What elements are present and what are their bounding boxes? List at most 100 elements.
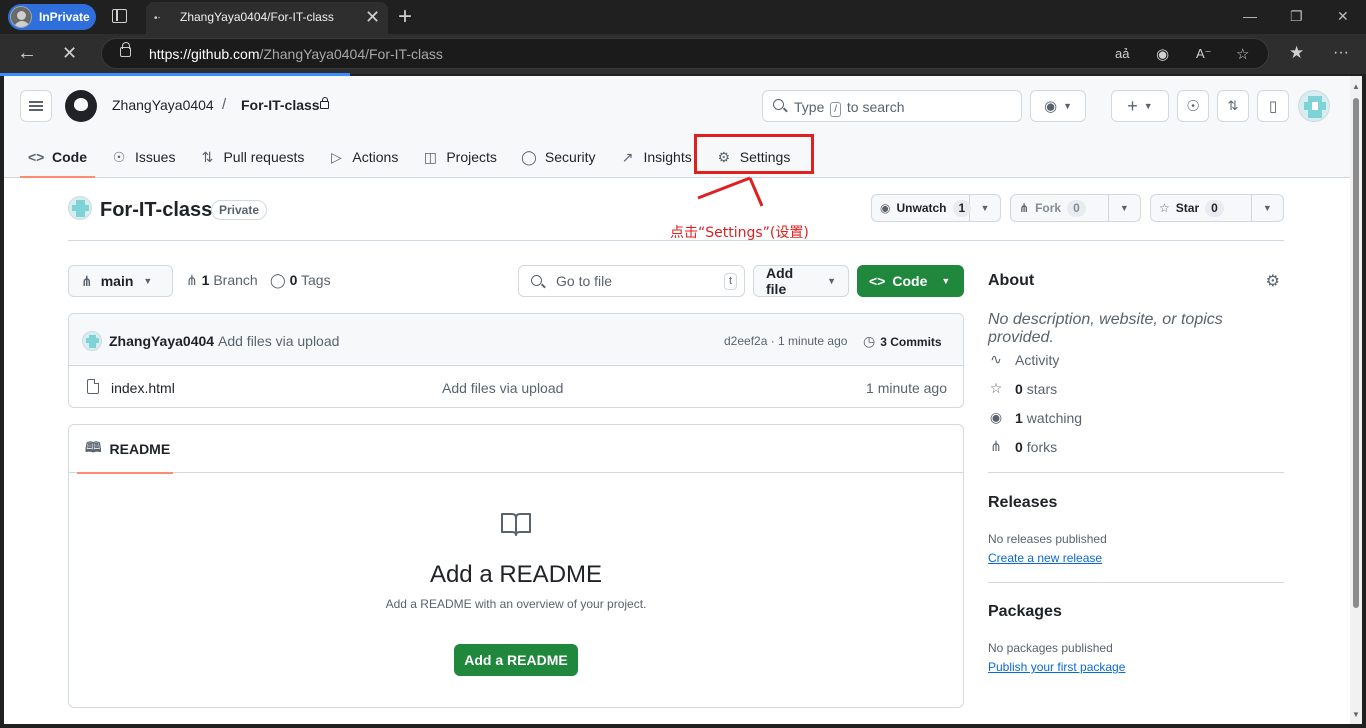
- add-file-button[interactable]: Add file ▼: [753, 265, 849, 297]
- gear-icon[interactable]: ⚙: [1266, 271, 1280, 291]
- commit-message[interactable]: Add files via upload: [218, 333, 339, 349]
- create-new-button[interactable]: + ▼: [1111, 90, 1169, 122]
- tab-insights[interactable]: ↗ Insights: [611, 136, 699, 178]
- keyboard-shortcut-hint: t: [723, 273, 737, 290]
- read-aloud-icon[interactable]: A⁻: [1196, 46, 1212, 62]
- book-icon: 🕮: [85, 439, 102, 455]
- scroll-up-icon[interactable]: ▲: [1352, 82, 1360, 91]
- annotation-arrow: [697, 176, 764, 207]
- commit-author-avatar[interactable]: [82, 331, 102, 351]
- pull-requests-button[interactable]: ⇅: [1217, 90, 1249, 122]
- packages-title[interactable]: Packages: [988, 603, 1062, 621]
- fork-button[interactable]: ⋔ Fork 0 ▼: [1010, 194, 1141, 222]
- search-icon: [531, 275, 542, 286]
- tab-code[interactable]: <> Code: [20, 136, 95, 178]
- translate-icon[interactable]: aả: [1115, 46, 1129, 61]
- branch-icon: ⋔: [81, 272, 93, 289]
- book-icon: [501, 513, 531, 536]
- forks-link[interactable]: ⋔ 0 forks: [988, 438, 1057, 455]
- activity-link[interactable]: ∿ Activity: [988, 351, 1059, 368]
- history-icon: ◷: [863, 333, 876, 349]
- favorite-star-icon[interactable]: ☆: [1236, 45, 1249, 63]
- file-name[interactable]: index.html: [111, 380, 175, 396]
- releases-empty: No releases published: [988, 532, 1107, 546]
- publish-package-link[interactable]: Publish your first package: [988, 660, 1125, 674]
- annotation-text: 点击“Settings”(设置): [670, 225, 809, 241]
- vertical-scrollbar[interactable]: ▲ ▼: [1350, 76, 1362, 724]
- inbox-icon: ▯: [1268, 98, 1278, 115]
- code-icon: <>: [869, 273, 886, 289]
- add-readme-button[interactable]: Add a README: [454, 644, 578, 676]
- stars-link[interactable]: ☆ 0 stars: [988, 380, 1057, 397]
- tab-pull-requests[interactable]: ⇅ Pull requests: [191, 136, 312, 178]
- watchers-link[interactable]: ◉ 1 watching: [988, 409, 1082, 426]
- file-commit-time: 1 minute ago: [866, 380, 947, 396]
- back-icon[interactable]: ←: [17, 42, 37, 65]
- repo-title[interactable]: For-IT-class: [100, 199, 212, 222]
- chevron-down-icon: ▼: [1143, 101, 1153, 111]
- watch-button[interactable]: ◉ Unwatch 1 ▼: [871, 194, 1001, 222]
- about-description: No description, website, or topics provi…: [988, 311, 1223, 346]
- breadcrumb-separator: /: [222, 96, 227, 113]
- branch-selector[interactable]: ⋔ main ▼: [68, 265, 173, 297]
- edge-icon[interactable]: ◉: [1156, 45, 1169, 63]
- branch-icon: ⋔: [186, 272, 198, 288]
- inbox-button[interactable]: ▯: [1257, 90, 1289, 122]
- play-icon: ▷: [331, 148, 342, 165]
- table-row[interactable]: index.html Add files via upload 1 minute…: [69, 367, 963, 407]
- close-tab-icon[interactable]: ✕: [365, 7, 380, 28]
- browser-tab[interactable]: •⋅ ZhangYaya0404/For-IT-class ✕: [146, 2, 388, 34]
- visibility-badge: Private: [211, 200, 268, 220]
- tab-actions[interactable]: ▷ Actions: [320, 136, 406, 178]
- go-to-file-input[interactable]: Go to file t: [518, 265, 745, 297]
- tab-issues[interactable]: ☉ Issues: [103, 136, 183, 178]
- commit-author[interactable]: ZhangYaya0404: [109, 333, 214, 349]
- tag-icon: ◯: [270, 272, 286, 288]
- issues-button[interactable]: ☉: [1177, 90, 1209, 122]
- github-logo-icon[interactable]: [65, 90, 97, 122]
- eye-icon: ◉: [989, 409, 1003, 425]
- tab-actions-icon[interactable]: [112, 9, 127, 23]
- star-button[interactable]: ☆ Star 0 ▼: [1150, 194, 1284, 222]
- scrollbar-thumb[interactable]: [1353, 98, 1359, 608]
- commits-link[interactable]: ◷ 3 Commits: [863, 333, 942, 350]
- search-input[interactable]: Type / to search: [762, 90, 1022, 122]
- copilot-button[interactable]: ◉ ▼: [1030, 90, 1086, 122]
- inprivate-badge[interactable]: InPrivate: [8, 4, 96, 30]
- minimize-icon[interactable]: —: [1243, 8, 1257, 24]
- branches-link[interactable]: ⋔ 1 Branch: [186, 272, 258, 289]
- tab-projects[interactable]: ◫ Projects: [414, 136, 505, 178]
- annotation-highlight-box: [694, 134, 814, 174]
- menu-button[interactable]: [20, 90, 52, 122]
- scroll-down-icon[interactable]: ▼: [1352, 710, 1360, 719]
- chevron-down-icon[interactable]: ▼: [1252, 195, 1283, 221]
- table-icon: ◫: [423, 148, 437, 165]
- tags-link[interactable]: ◯ 0 Tags: [270, 272, 331, 289]
- breadcrumb-repo[interactable]: For-IT-class: [241, 97, 320, 113]
- code-button[interactable]: <> Code ▼: [857, 265, 964, 297]
- close-window-icon[interactable]: ✕: [1337, 8, 1349, 25]
- favorites-icon[interactable]: ★: [1289, 43, 1304, 63]
- chevron-down-icon: ▼: [1063, 101, 1072, 111]
- repo-nav: <> Code ☉ Issues ⇅ Pull requests ▷ Actions ◫…: [20, 136, 806, 178]
- url-text[interactable]: https://github.com/ZhangYaya0404/For-IT-…: [149, 46, 443, 62]
- new-tab-button[interactable]: +: [398, 3, 412, 31]
- user-avatar[interactable]: [1298, 90, 1330, 122]
- commit-hash-time[interactable]: d2eef2a · 1 minute ago: [724, 334, 847, 348]
- releases-title[interactable]: Releases: [988, 494, 1057, 512]
- tab-readme[interactable]: 🕮 README: [77, 425, 173, 474]
- breadcrumb-owner[interactable]: ZhangYaya0404: [112, 97, 214, 113]
- site-lock-icon[interactable]: [120, 42, 131, 57]
- more-menu-icon[interactable]: ···: [1333, 44, 1349, 62]
- file-commit-message[interactable]: Add files via upload: [442, 380, 563, 396]
- restore-icon[interactable]: ❐: [1290, 8, 1303, 25]
- chevron-down-icon[interactable]: ▼: [970, 195, 1000, 221]
- chevron-down-icon[interactable]: ▼: [1109, 195, 1140, 221]
- repo-owner-avatar: [68, 196, 92, 220]
- inprivate-label: InPrivate: [39, 10, 90, 24]
- stop-loading-icon[interactable]: ✕: [62, 43, 77, 64]
- divider: [988, 582, 1284, 583]
- create-release-link[interactable]: Create a new release: [988, 551, 1102, 565]
- url-field[interactable]: https://github.com/ZhangYaya0404/For-IT-…: [101, 38, 1269, 69]
- tab-security[interactable]: ◯ Security: [513, 136, 604, 178]
